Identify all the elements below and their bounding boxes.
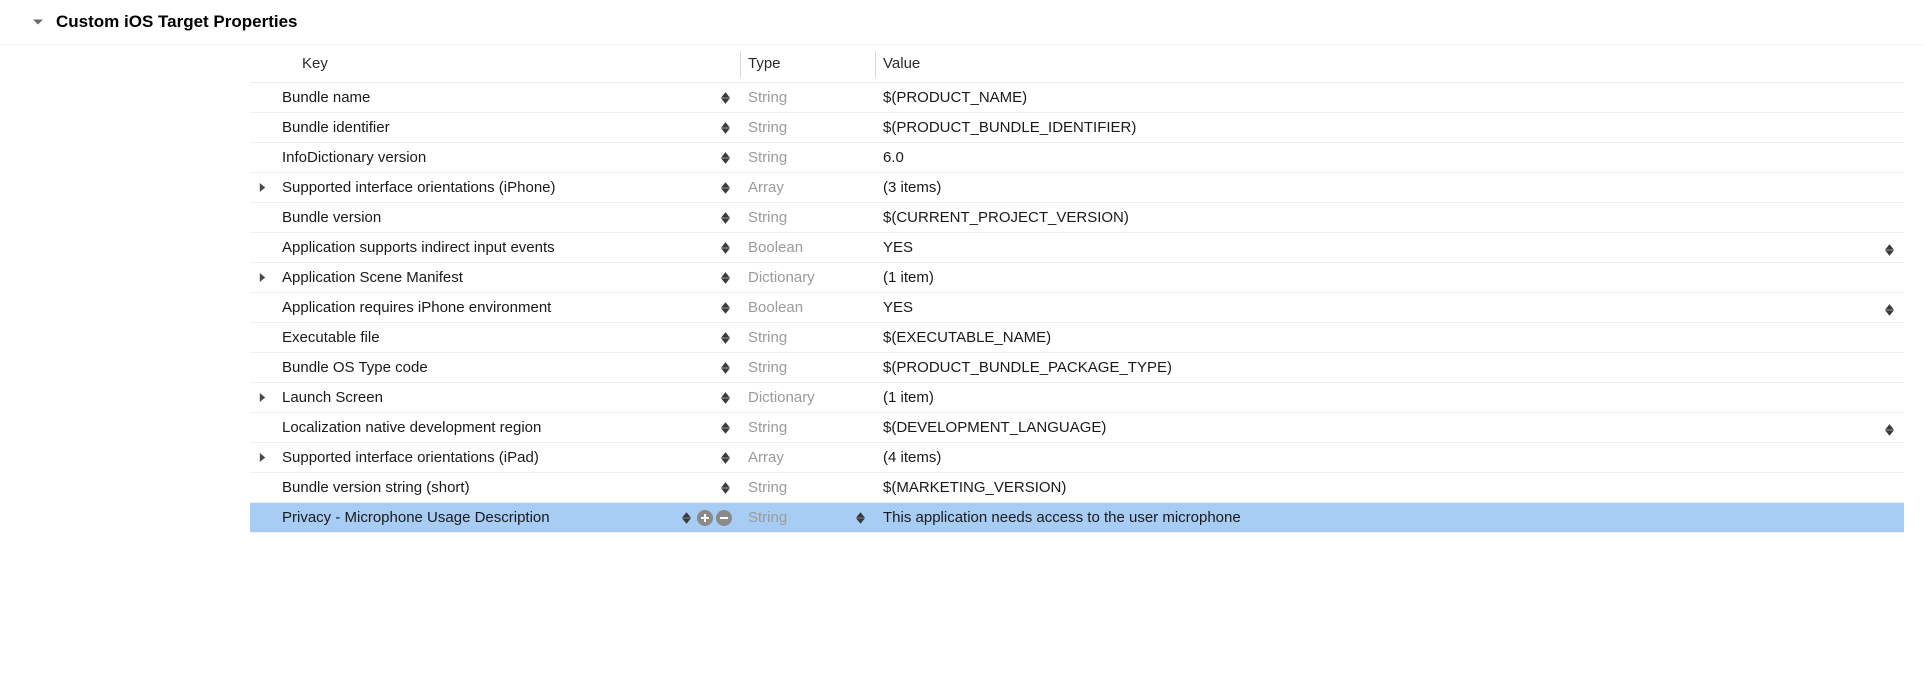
table-row[interactable]: Bundle name String $(PRODUCT_NAME) <box>250 83 1904 113</box>
type-label[interactable]: Array <box>748 179 784 196</box>
stepper-icon[interactable] <box>1882 421 1896 439</box>
stepper-icon[interactable] <box>718 299 732 317</box>
type-label[interactable]: Dictionary <box>748 389 815 406</box>
table-row[interactable]: Bundle identifier String $(PRODUCT_BUNDLE_… <box>250 113 1904 143</box>
value-label[interactable]: $(PRODUCT_BUNDLE_IDENTIFIER) <box>883 119 1136 136</box>
stepper-icon[interactable] <box>679 509 693 527</box>
value-label[interactable]: YES <box>883 239 913 256</box>
type-label[interactable]: String <box>748 329 787 346</box>
table-row[interactable]: Application Scene Manifest Dictionary (1 i… <box>250 263 1904 293</box>
type-label[interactable]: String <box>748 209 787 226</box>
value-label[interactable]: $(EXECUTABLE_NAME) <box>883 329 1051 346</box>
value-label[interactable]: YES <box>883 299 913 316</box>
table-row[interactable]: Supported interface orientations (iPhone… <box>250 173 1904 203</box>
key-label[interactable]: Supported interface orientations (iPad) <box>276 449 718 466</box>
table-row[interactable]: Application requires iPhone environment B… <box>250 293 1904 323</box>
row-expander[interactable] <box>258 183 276 192</box>
column-header-value[interactable]: Value <box>875 45 1904 83</box>
stepper-icon[interactable] <box>718 359 732 377</box>
key-label[interactable]: Bundle version <box>276 209 718 226</box>
table-row[interactable]: Executable file String $(EXECUTABLE_NAME) <box>250 323 1904 353</box>
value-label[interactable]: $(CURRENT_PROJECT_VERSION) <box>883 209 1129 226</box>
value-label[interactable]: 6.0 <box>883 149 904 166</box>
table-row[interactable]: Bundle OS Type code String $(PRODUCT_BUNDL… <box>250 353 1904 383</box>
type-label[interactable]: Boolean <box>748 299 803 316</box>
key-label[interactable]: Bundle OS Type code <box>276 359 718 376</box>
stepper-icon[interactable] <box>718 119 732 137</box>
table-row[interactable]: Supported interface orientations (iPad) A… <box>250 443 1904 473</box>
table-row[interactable]: InfoDictionary version String 6.0 <box>250 143 1904 173</box>
add-row-button[interactable] <box>697 510 713 526</box>
value-label[interactable]: $(DEVELOPMENT_LANGUAGE) <box>883 419 1106 436</box>
row-expander[interactable] <box>258 273 276 282</box>
chevron-down-icon[interactable] <box>30 14 46 30</box>
stepper-icon[interactable] <box>718 149 732 167</box>
stepper-icon[interactable] <box>718 329 732 347</box>
value-label[interactable]: This application needs access to the use… <box>883 509 1241 526</box>
value-label[interactable]: $(MARKETING_VERSION) <box>883 479 1066 496</box>
key-label[interactable]: Supported interface orientations (iPhone… <box>276 179 718 196</box>
type-label[interactable]: String <box>748 149 787 166</box>
table-header-row: Key Type Value <box>250 45 1904 83</box>
key-label[interactable]: Executable file <box>276 329 718 346</box>
type-label[interactable]: Array <box>748 449 784 466</box>
table-row[interactable]: Bundle version string (short) String $(MAR… <box>250 473 1904 503</box>
key-label[interactable]: Bundle name <box>276 89 718 106</box>
value-label[interactable]: $(PRODUCT_BUNDLE_PACKAGE_TYPE) <box>883 359 1172 376</box>
section-header: Custom iOS Target Properties <box>0 0 1924 45</box>
type-label[interactable]: String <box>748 359 787 376</box>
value-label[interactable]: $(PRODUCT_NAME) <box>883 89 1027 106</box>
key-label[interactable]: Localization native development region <box>276 419 718 436</box>
stepper-icon[interactable] <box>718 89 732 107</box>
stepper-icon[interactable] <box>718 269 732 287</box>
type-label[interactable]: Dictionary <box>748 269 815 286</box>
row-expander[interactable] <box>258 393 276 402</box>
type-label[interactable]: String <box>748 479 787 496</box>
table-row[interactable]: Application supports indirect input even… <box>250 233 1904 263</box>
remove-row-button[interactable] <box>716 510 732 526</box>
key-label[interactable]: Application requires iPhone environment <box>276 299 718 316</box>
stepper-icon[interactable] <box>1882 301 1896 319</box>
key-label[interactable]: InfoDictionary version <box>276 149 718 166</box>
key-label[interactable]: Privacy - Microphone Usage Description <box>276 509 679 526</box>
column-header-type[interactable]: Type <box>740 45 875 83</box>
section-title: Custom iOS Target Properties <box>56 12 298 32</box>
stepper-icon[interactable] <box>718 239 732 257</box>
stepper-icon[interactable] <box>718 389 732 407</box>
stepper-icon[interactable] <box>718 449 732 467</box>
key-label[interactable]: Bundle version string (short) <box>276 479 718 496</box>
key-label[interactable]: Launch Screen <box>276 389 718 406</box>
table-row[interactable]: Launch Screen Dictionary (1 item) <box>250 383 1904 413</box>
type-label[interactable]: String <box>748 509 787 526</box>
type-label[interactable]: Boolean <box>748 239 803 256</box>
table-row[interactable]: Bundle version String $(CURRENT_PROJECT_VE… <box>250 203 1904 233</box>
key-label[interactable]: Bundle identifier <box>276 119 718 136</box>
stepper-icon[interactable] <box>1882 241 1896 259</box>
table-row[interactable]: Privacy - Microphone Usage Description St… <box>250 503 1904 533</box>
stepper-icon[interactable] <box>718 419 732 437</box>
stepper-icon[interactable] <box>718 209 732 227</box>
stepper-icon[interactable] <box>853 509 867 527</box>
value-label[interactable]: (3 items) <box>883 179 941 196</box>
value-label[interactable]: (1 item) <box>883 269 934 286</box>
plist-table: Key Type Value Bundle name String $(PRODUC… <box>250 45 1904 533</box>
key-label[interactable]: Application supports indirect input even… <box>276 239 718 256</box>
table-row[interactable]: Localization native development region St… <box>250 413 1904 443</box>
value-label[interactable]: (1 item) <box>883 389 934 406</box>
stepper-icon[interactable] <box>718 179 732 197</box>
type-label[interactable]: String <box>748 89 787 106</box>
key-label[interactable]: Application Scene Manifest <box>276 269 718 286</box>
value-label[interactable]: (4 items) <box>883 449 941 466</box>
row-expander[interactable] <box>258 453 276 462</box>
stepper-icon[interactable] <box>718 479 732 497</box>
type-label[interactable]: String <box>748 119 787 136</box>
type-label[interactable]: String <box>748 419 787 436</box>
column-header-key[interactable]: Key <box>250 45 740 83</box>
